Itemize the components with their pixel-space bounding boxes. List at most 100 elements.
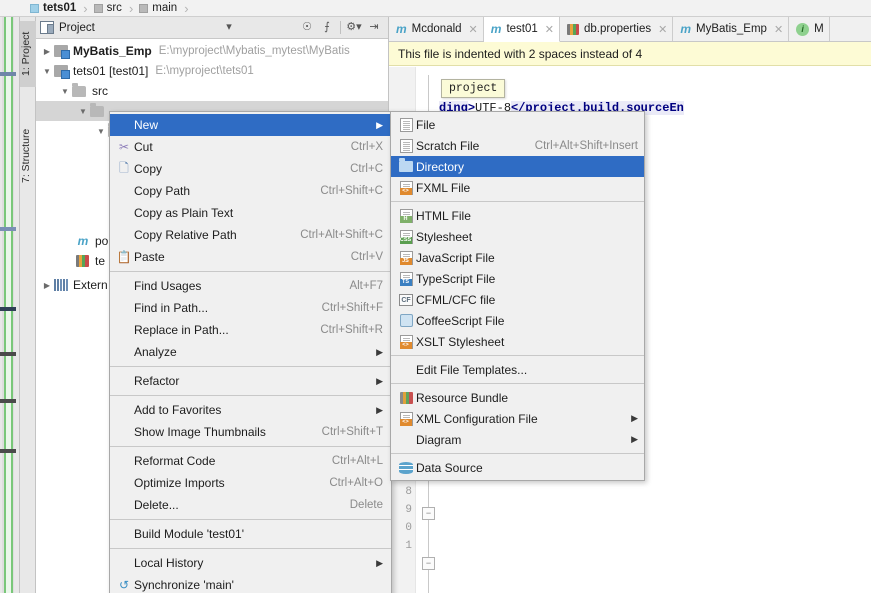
menu-item-copy-path[interactable]: Copy Path Ctrl+Shift+C xyxy=(110,180,391,202)
chevron-right-icon: ▶ xyxy=(631,434,638,444)
breadcrumb-item-tets01[interactable]: tets01 xyxy=(30,2,76,14)
submenu-item-label: Diagram xyxy=(416,432,462,447)
menu-item-add-to-favorites[interactable]: Add to Favorites ▶ xyxy=(110,399,391,421)
menu-item-analyze[interactable]: Analyze ▶ xyxy=(110,341,391,363)
menu-item-build-module[interactable]: Build Module 'test01' xyxy=(110,523,391,545)
chevron-right-icon: ▶ xyxy=(376,404,383,415)
hide-panel-icon[interactable]: ⇥ xyxy=(366,20,382,36)
tool-tab-label: 1: Project xyxy=(20,31,32,77)
close-icon[interactable]: ✕ xyxy=(658,23,667,36)
editor-tab-test01[interactable]: m test01 ✕ xyxy=(483,17,560,42)
submenu-item-edit-file-templates[interactable]: Edit File Templates... xyxy=(391,359,644,380)
tree-row[interactable]: ▼ tets01 [test01] E:\myproject\tets01 xyxy=(36,61,388,81)
menu-item-show-image-thumbnails[interactable]: Show Image Thumbnails Ctrl+Shift+T xyxy=(110,421,391,443)
menu-item-optimize-imports[interactable]: Optimize Imports Ctrl+Alt+O xyxy=(110,472,391,494)
close-icon[interactable]: ✕ xyxy=(774,23,783,36)
menu-item-accelerator: Ctrl+Shift+C xyxy=(320,185,383,197)
submenu-item-stylesheet[interactable]: CSS Stylesheet xyxy=(391,226,644,247)
coffeescript-file-icon xyxy=(396,314,416,327)
submenu-item-coffeescript-file[interactable]: CoffeeScript File xyxy=(391,310,644,331)
fold-toggle-icon[interactable]: − xyxy=(422,507,435,520)
breadcrumb-label: main xyxy=(152,2,178,14)
menu-item-new[interactable]: New ▶ xyxy=(110,114,391,136)
maven-m-icon: m xyxy=(77,234,89,248)
chevron-down-icon[interactable]: ▼ xyxy=(76,107,90,116)
tree-row[interactable]: ▶ MyBatis_Emp E:\myproject\Mybatis_mytes… xyxy=(36,41,388,61)
directory-icon xyxy=(396,158,416,172)
context-menu: New ▶ ✂ Cut Ctrl+X 🗋 Copy Ctrl+C Copy Pa… xyxy=(109,111,392,593)
submenu-item-scratch-file[interactable]: Scratch File Ctrl+Alt+Shift+Insert xyxy=(391,135,644,156)
tree-item-label: Extern xyxy=(73,278,108,292)
tree-row[interactable]: ▼ src xyxy=(36,81,388,101)
properties-icon xyxy=(76,255,89,267)
close-icon[interactable]: ✕ xyxy=(469,23,478,36)
submenu-item-directory[interactable]: Directory xyxy=(391,156,644,177)
collapse-all-icon[interactable]: ⨍ xyxy=(319,20,335,36)
chevron-right-icon: ▶ xyxy=(376,375,383,386)
submenu-item-data-source[interactable]: Data Source xyxy=(391,457,644,478)
menu-item-copy-relative-path[interactable]: Copy Relative Path Ctrl+Alt+Shift+C xyxy=(110,224,391,246)
menu-item-cut[interactable]: ✂ Cut Ctrl+X xyxy=(110,136,391,158)
menu-item-refactor[interactable]: Refactor ▶ xyxy=(110,370,391,392)
submenu-item-fxml-file[interactable]: <> FXML File xyxy=(391,177,644,198)
scroll-marker xyxy=(0,227,16,231)
submenu-item-typescript-file[interactable]: TS TypeScript File xyxy=(391,268,644,289)
editor-tab-mybatis-emp[interactable]: m MyBatis_Emp ✕ xyxy=(673,17,790,41)
submenu-item-file[interactable]: File xyxy=(391,114,644,135)
menu-item-label: Reformat Code xyxy=(134,454,216,468)
menu-item-paste[interactable]: 📋 Paste Ctrl+V xyxy=(110,246,391,268)
settings-gear-icon[interactable]: ⚙▾ xyxy=(346,20,362,36)
chevron-down-icon[interactable]: ▼ xyxy=(94,127,108,136)
menu-item-find-in-path[interactable]: Find in Path... Ctrl+Shift+F xyxy=(110,297,391,319)
menu-item-label: Synchronize 'main' xyxy=(134,578,234,592)
submenu-item-xslt-stylesheet[interactable]: <> XSLT Stylesheet xyxy=(391,331,644,352)
submenu-item-javascript-file[interactable]: JS JavaScript File xyxy=(391,247,644,268)
breadcrumb-item-main[interactable]: main xyxy=(139,2,177,14)
breadcrumb-separator: › xyxy=(128,0,134,16)
menu-item-label: Show Image Thumbnails xyxy=(134,425,266,439)
menu-item-delete[interactable]: Delete... Delete xyxy=(110,494,391,516)
chevron-right-icon[interactable]: ▶ xyxy=(40,281,54,290)
close-icon[interactable]: ✕ xyxy=(545,23,554,36)
menu-item-synchronize[interactable]: ↺ Synchronize 'main' xyxy=(110,574,391,593)
line-number: 0 xyxy=(405,522,412,534)
fold-toggle-icon[interactable]: − xyxy=(422,557,435,570)
submenu-item-cfml-file[interactable]: CF CFML/CFC file xyxy=(391,289,644,310)
module-icon xyxy=(54,45,70,59)
fxml-file-icon: <> xyxy=(396,180,416,195)
chevron-down-icon[interactable]: ▼ xyxy=(40,67,54,76)
menu-item-label: Find Usages xyxy=(134,279,202,293)
submenu-item-label: XSLT Stylesheet xyxy=(416,334,505,349)
locate-target-icon[interactable]: ☉ xyxy=(299,20,315,36)
submenu-item-diagram[interactable]: Diagram ▶ xyxy=(391,429,644,450)
editor-tab-db-properties[interactable]: db.properties ✕ xyxy=(559,17,674,41)
menu-item-local-history[interactable]: Local History ▶ xyxy=(110,552,391,574)
submenu-item-xml-configuration-file[interactable]: <> XML Configuration File ▶ xyxy=(391,408,644,429)
menu-item-label: Delete... xyxy=(134,498,179,512)
menu-item-copy[interactable]: 🗋 Copy Ctrl+C xyxy=(110,158,391,180)
notification-text: This file is indented with 2 spaces inst… xyxy=(398,46,643,61)
menu-item-accelerator: Ctrl+C xyxy=(350,163,383,175)
editor-tab-m[interactable]: i M xyxy=(789,17,830,41)
menu-item-find-usages[interactable]: Find Usages Alt+F7 xyxy=(110,275,391,297)
menu-item-reformat-code[interactable]: Reformat Code Ctrl+Alt+L xyxy=(110,450,391,472)
tool-tab-project[interactable]: 1: Project xyxy=(20,21,36,87)
chevron-down-icon[interactable]: ▼ xyxy=(58,87,72,96)
submenu-item-html-file[interactable]: H HTML File xyxy=(391,205,644,226)
editor-tab-mcdonald[interactable]: m Mcdonald ✕ xyxy=(389,17,484,41)
chevron-right-icon[interactable]: ▶ xyxy=(40,47,54,56)
menu-item-replace-in-path[interactable]: Replace in Path... Ctrl+Shift+R xyxy=(110,319,391,341)
tool-tab-structure[interactable]: 7: Structure xyxy=(20,115,36,197)
menu-item-copy-as-plain-text[interactable]: Copy as Plain Text xyxy=(110,202,391,224)
html-file-icon: H xyxy=(396,208,416,223)
typescript-file-icon: TS xyxy=(396,271,416,286)
chevron-right-icon: ▶ xyxy=(376,119,383,130)
menu-item-label: Copy Path xyxy=(134,184,191,198)
vertical-scrollbar[interactable] xyxy=(2,17,14,593)
submenu-item-resource-bundle[interactable]: Resource Bundle xyxy=(391,387,644,408)
breadcrumb-item-src[interactable]: src xyxy=(93,2,122,14)
submenu-item-label: Stylesheet xyxy=(416,229,473,244)
menu-item-label: Add to Favorites xyxy=(134,403,222,417)
menu-item-accelerator: Ctrl+Alt+L xyxy=(331,455,383,467)
view-options-dropdown-icon[interactable]: ▾ xyxy=(221,20,237,36)
